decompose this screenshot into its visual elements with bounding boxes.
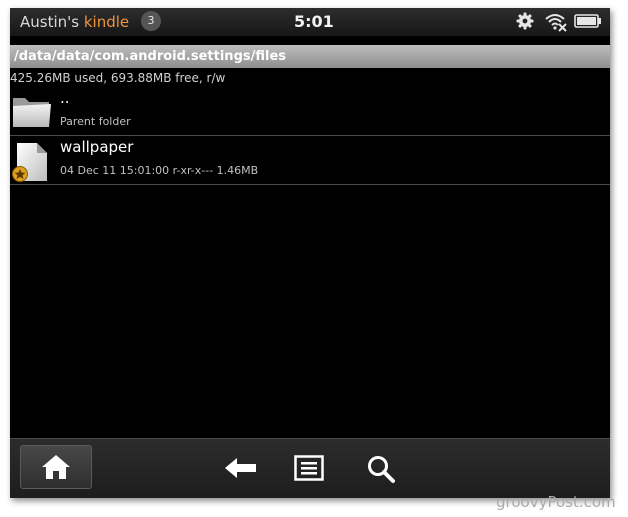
kindle-screen: Austin's kindle 3 5:01 /data/data/com.an… bbox=[10, 8, 610, 498]
wifi-icon[interactable] bbox=[544, 12, 568, 32]
notification-badge[interactable]: 3 bbox=[141, 11, 161, 31]
battery-icon bbox=[574, 14, 601, 28]
current-path: /data/data/com.android.settings/files bbox=[10, 45, 610, 68]
home-button[interactable] bbox=[20, 445, 92, 489]
kindle-brand: kindle bbox=[83, 13, 130, 31]
search-icon[interactable] bbox=[366, 454, 396, 484]
menu-icon[interactable] bbox=[294, 455, 324, 481]
folder-icon bbox=[13, 98, 51, 127]
file-badge-icon bbox=[12, 143, 47, 182]
owner-name: Austin's bbox=[20, 13, 80, 31]
file-detail: 04 Dec 11 15:01:00 r-xr-x--- 1.46MB bbox=[60, 164, 259, 177]
clock: 5:01 bbox=[294, 12, 334, 31]
file-name: wallpaper bbox=[60, 138, 134, 156]
back-icon[interactable] bbox=[224, 457, 258, 479]
status-bar: Austin's kindle 3 5:01 bbox=[10, 8, 610, 36]
bottom-nav-bar bbox=[10, 438, 610, 498]
file-name: .. bbox=[60, 89, 70, 107]
home-icon bbox=[42, 455, 70, 479]
file-detail: Parent folder bbox=[60, 115, 131, 128]
list-item[interactable]: .. Parent folder bbox=[10, 88, 610, 136]
device-owner-label[interactable]: Austin's kindle bbox=[20, 13, 129, 31]
storage-info: 425.26MB used, 693.88MB free, r/w bbox=[10, 71, 226, 85]
watermark: groovyPost.com bbox=[496, 493, 616, 511]
gear-icon[interactable] bbox=[516, 12, 534, 30]
list-item[interactable]: wallpaper 04 Dec 11 15:01:00 r-xr-x--- 1… bbox=[10, 137, 610, 185]
